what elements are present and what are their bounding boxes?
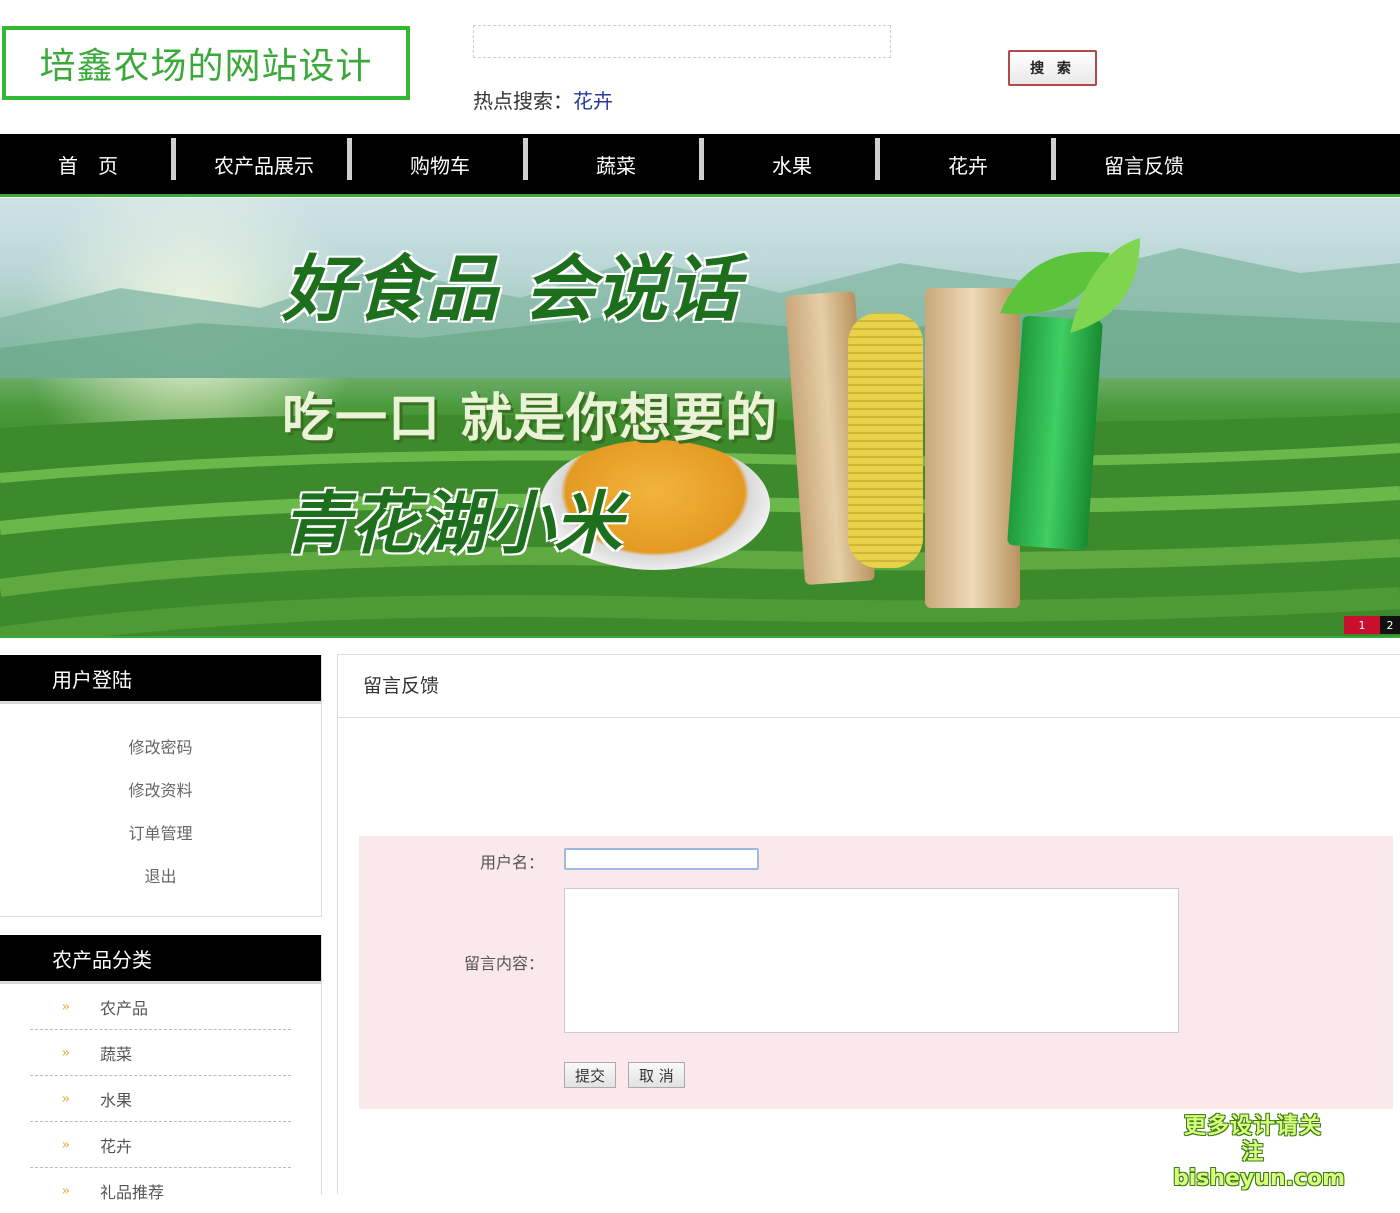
cancel-button[interactable]: 取 消	[628, 1062, 685, 1088]
logout-link[interactable]: 退出	[0, 855, 321, 898]
edit-profile-link[interactable]: 修改资料	[0, 769, 321, 812]
double-chevron-icon: »	[61, 1136, 70, 1153]
main-nav: 首 页 农产品展示 购物车 蔬菜 水果 花卉 留言反馈	[0, 134, 1400, 197]
message-textarea[interactable]	[564, 888, 1179, 1033]
hot-search-link[interactable]: 花卉	[573, 89, 613, 113]
category-item[interactable]: » 花卉	[30, 1122, 291, 1168]
banner-pager: 1 2	[1344, 616, 1400, 634]
user-links: 修改密码 修改资料 订单管理 退出	[0, 704, 321, 898]
username-label: 用户名：	[479, 853, 544, 872]
pager-dot-1[interactable]: 1	[1344, 616, 1380, 634]
banner-slogan-3: 青花湖小米	[282, 484, 623, 564]
user-panel-title: 用户登陆	[0, 655, 321, 704]
nav-flowers[interactable]: 花卉	[880, 137, 1056, 180]
hot-search: 热点搜索：花卉	[473, 85, 613, 114]
message-label: 留言内容：	[463, 954, 544, 973]
change-password-link[interactable]: 修改密码	[0, 726, 321, 769]
watermark-line-2: bisheyun.com	[1173, 1166, 1346, 1191]
username-input[interactable]	[564, 848, 759, 870]
nav-feedback[interactable]: 留言反馈	[1056, 150, 1232, 179]
order-management-link[interactable]: 订单管理	[0, 812, 321, 855]
nav-cart[interactable]: 购物车	[352, 137, 528, 180]
category-panel: 农产品分类 » 农产品 » 蔬菜 » 水果 » 花卉 » 礼品推荐	[0, 935, 322, 1202]
search-button[interactable]: 搜 索	[1008, 50, 1097, 86]
category-label: 花卉	[100, 1136, 133, 1156]
site-title: 培鑫农场的网站设计	[39, 46, 373, 87]
double-chevron-icon: »	[61, 998, 70, 1015]
nav-fruits[interactable]: 水果	[704, 137, 880, 180]
hot-search-label: 热点搜索：	[473, 89, 573, 113]
banner-slogan-1: 好食品 会说话	[282, 246, 740, 331]
feedback-form: 用户名： 留言内容： 提交 取 消	[359, 836, 1393, 1109]
category-label: 水果	[100, 1090, 133, 1110]
hero-banner: 好食品 会说话 吃一口 就是你想要的 青花湖小米 1 2	[0, 198, 1400, 638]
pager-dot-2[interactable]: 2	[1380, 616, 1400, 634]
double-chevron-icon: »	[61, 1090, 70, 1107]
page-title: 留言反馈	[338, 655, 1400, 718]
corn-cob	[848, 313, 923, 568]
category-item[interactable]: » 蔬菜	[30, 1030, 291, 1076]
category-panel-title: 农产品分类	[0, 935, 321, 984]
user-panel: 用户登陆 修改密码 修改资料 订单管理 退出	[0, 655, 322, 917]
nav-products[interactable]: 农产品展示	[176, 137, 352, 180]
green-package	[1007, 315, 1103, 551]
banner-slogan-2: 吃一口 就是你想要的	[282, 389, 779, 449]
site-logo[interactable]: 培鑫农场的网站设计	[2, 26, 410, 100]
leaf-icon	[1000, 238, 1140, 333]
watermark-line-1: 更多设计请关注	[1183, 1114, 1322, 1165]
category-label: 农产品	[100, 998, 149, 1018]
double-chevron-icon: »	[61, 1044, 70, 1061]
search-input[interactable]	[473, 25, 891, 58]
category-item[interactable]: » 农产品	[30, 984, 291, 1030]
category-label: 蔬菜	[100, 1044, 133, 1064]
category-item[interactable]: » 水果	[30, 1076, 291, 1122]
submit-button[interactable]: 提交	[564, 1062, 617, 1088]
nav-vegetables[interactable]: 蔬菜	[528, 137, 704, 180]
watermark: 更多设计请关注 bisheyun.com	[1173, 1114, 1346, 1192]
nav-home[interactable]: 首 页	[0, 137, 176, 180]
feedback-section: 留言反馈 用户名： 留言内容： 提交 取 消	[337, 654, 1400, 1194]
